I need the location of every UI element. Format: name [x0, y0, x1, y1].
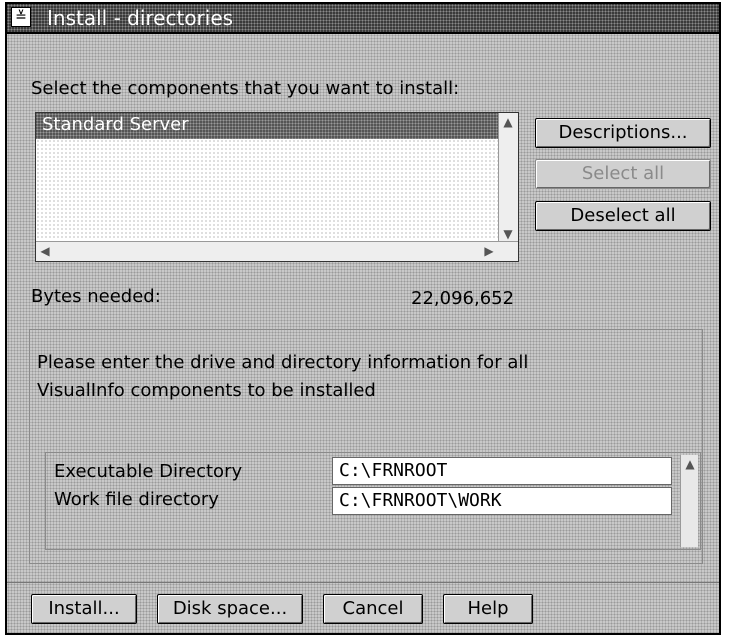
scroll-up-arrow-icon[interactable]: ▲	[499, 113, 517, 131]
components-prompt: Select the components that you want to i…	[31, 78, 460, 99]
scroll-left-arrow-icon[interactable]: ◀	[36, 242, 54, 260]
system-menu-icon[interactable]: ≚	[11, 7, 31, 27]
listbox-empty-area	[36, 139, 498, 239]
help-button[interactable]: Help	[443, 594, 533, 624]
executable-directory-label: Executable Directory	[54, 461, 243, 482]
bytes-needed-value: 22,096,652	[411, 288, 515, 309]
work-file-directory-label: Work file directory	[54, 489, 219, 510]
listbox-vertical-scrollbar[interactable]: ▲ ▼	[498, 113, 518, 243]
list-item-standard-server[interactable]: Standard Server	[36, 113, 498, 139]
scroll-right-arrow-icon[interactable]: ▶	[480, 242, 498, 260]
directories-instructions-line2: VisualInfo components to be installed	[37, 380, 376, 401]
fields-vertical-scrollbar[interactable]: ▲	[680, 455, 698, 547]
work-file-directory-field[interactable]: C:\FRNROOT\WORK	[332, 487, 672, 515]
install-button[interactable]: Install...	[31, 594, 137, 624]
window-title: Install - directories	[47, 6, 234, 30]
bytes-needed-label: Bytes needed:	[31, 286, 161, 307]
title-bar[interactable]: ≚ Install - directories	[7, 4, 719, 34]
cancel-button[interactable]: Cancel	[323, 594, 423, 624]
select-all-button[interactable]: Select all	[535, 159, 711, 189]
deselect-all-button[interactable]: Deselect all	[535, 201, 711, 231]
button-bar-separator	[7, 582, 719, 583]
directory-fields-panel: Executable Directory C:\FRNROOT Work fil…	[45, 452, 701, 550]
executable-directory-field[interactable]: C:\FRNROOT	[332, 457, 672, 485]
listbox-horizontal-scrollbar[interactable]: ◀ ▶	[36, 241, 518, 261]
directories-instructions-line1: Please enter the drive and directory inf…	[37, 352, 529, 373]
fields-scroll-up-arrow-icon[interactable]: ▲	[681, 455, 699, 473]
disk-space-button[interactable]: Disk space...	[157, 594, 303, 624]
components-listbox[interactable]: Standard Server ▲ ▼ ◀ ▶	[35, 112, 519, 262]
descriptions-button[interactable]: Descriptions...	[535, 118, 711, 148]
install-directories-dialog: ≚ Install - directories Select the compo…	[5, 2, 721, 635]
